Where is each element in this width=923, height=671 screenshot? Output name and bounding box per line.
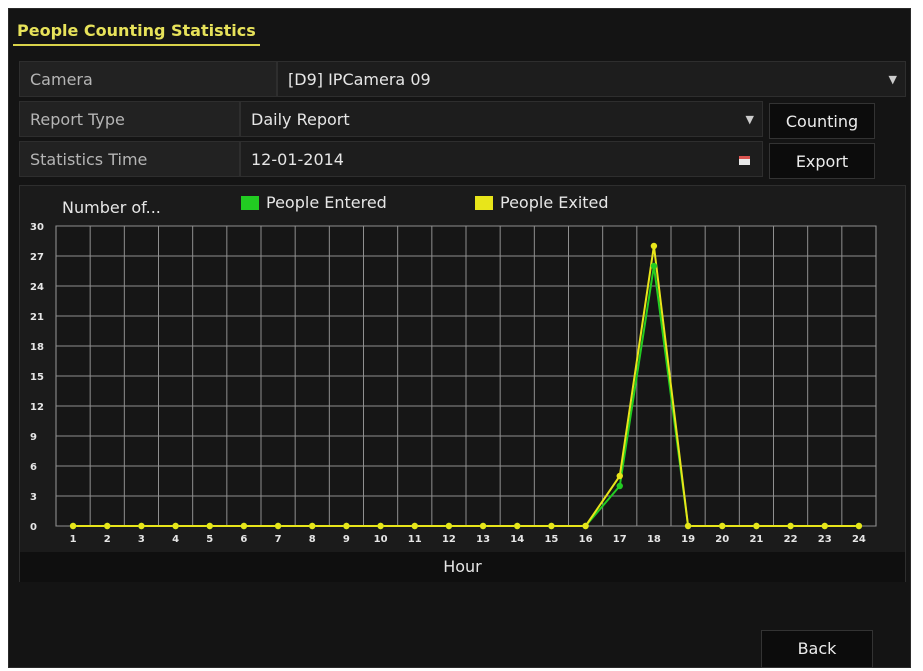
legend-label-entered: People Entered	[266, 193, 387, 212]
x-tick-label: 11	[408, 534, 422, 545]
data-point-exited	[787, 522, 794, 530]
x-tick-label: 24	[852, 534, 866, 545]
legend-swatch-exited	[475, 196, 493, 210]
x-tick-label: 14	[510, 534, 524, 545]
data-point-exited	[274, 522, 282, 530]
y-tick-label: 15	[30, 372, 44, 383]
x-tick-label: 1	[70, 534, 77, 545]
data-point-exited	[206, 522, 213, 530]
people-counting-chart: Number of... People Entered People Exite…	[30, 193, 877, 545]
x-tick-label: 5	[206, 534, 213, 545]
data-point-exited	[69, 522, 77, 530]
x-tick-label: 7	[275, 534, 282, 545]
legend-label-exited: People Exited	[500, 193, 609, 212]
statistics-time-value: 12-01-2014	[251, 150, 344, 169]
y-tick-label: 6	[30, 462, 37, 473]
x-tick-label: 23	[818, 534, 832, 545]
report-type-label: Report Type	[19, 101, 240, 137]
data-point-exited	[104, 522, 111, 530]
x-tick-label: 13	[476, 534, 490, 545]
data-point-exited	[411, 522, 418, 530]
camera-select[interactable]: [D9] IPCamera 09 ▼	[277, 61, 906, 97]
y-tick-label: 0	[30, 522, 37, 533]
data-point-exited	[821, 522, 828, 530]
plot-area: 0369121518212427301 2 3 4 5 6 7 8 9 10 11 12 13 14 15 1…	[30, 222, 877, 545]
y-tick-label: 3	[30, 492, 37, 503]
x-tick-label: 16	[579, 534, 593, 545]
x-tick-label: 20	[715, 534, 729, 545]
x-tick-label: 21	[749, 534, 763, 545]
x-tick-label: 2	[104, 534, 111, 545]
camera-label: Camera	[19, 61, 277, 97]
statistics-time-row: Statistics Time 12-01-2014	[19, 141, 763, 177]
y-tick-label: 18	[30, 342, 44, 353]
x-axis-label: Hour	[20, 552, 905, 582]
x-tick-label: 9	[343, 534, 350, 545]
legend-swatch-entered	[241, 196, 259, 210]
data-point-exited	[684, 522, 692, 530]
y-tick-label: 12	[30, 402, 44, 413]
data-point-exited	[445, 522, 453, 530]
chart-panel: Number of... People Entered People Exite…	[19, 185, 906, 582]
x-tick-label: 4	[172, 534, 179, 545]
report-type-row: Report Type Daily Report ▼	[19, 101, 763, 137]
y-tick-label: 27	[30, 252, 44, 263]
data-point-exited	[343, 522, 350, 530]
data-point-exited	[616, 472, 623, 480]
data-point-exited	[309, 522, 316, 530]
tab-bar: People Counting Statistics	[9, 9, 910, 49]
statistics-time-label: Statistics Time	[19, 141, 240, 177]
x-tick-label: 19	[681, 534, 695, 545]
tab-people-counting-statistics[interactable]: People Counting Statistics	[13, 21, 260, 46]
x-tick-label: 15	[544, 534, 558, 545]
data-point-exited	[582, 522, 589, 530]
legend: People Entered People Exited	[241, 193, 609, 212]
data-point-entered	[616, 482, 623, 490]
y-tick-label: 24	[30, 282, 44, 293]
chevron-down-icon: ▼	[888, 73, 897, 86]
data-point-exited	[479, 522, 487, 530]
x-tick-label: 8	[309, 534, 316, 545]
statistics-time-field[interactable]: 12-01-2014	[240, 141, 763, 177]
counting-button[interactable]: Counting	[769, 103, 875, 139]
report-type-select-value: Daily Report	[251, 110, 350, 129]
y-tick-label: 9	[30, 432, 37, 443]
x-tick-label: 6	[240, 534, 247, 545]
x-tick-label: 3	[138, 534, 145, 545]
data-point-exited	[548, 522, 555, 530]
back-button[interactable]: Back	[761, 630, 873, 668]
report-type-select[interactable]: Daily Report ▼	[240, 101, 763, 137]
data-point-entered	[650, 262, 658, 270]
y-tick-label: 30	[30, 222, 44, 233]
data-point-exited	[855, 522, 863, 530]
export-button[interactable]: Export	[769, 143, 875, 179]
camera-select-value: [D9] IPCamera 09	[288, 70, 431, 89]
x-tick-label: 22	[784, 534, 798, 545]
y-axis-label: Number of...	[62, 198, 161, 217]
data-point-exited	[514, 522, 521, 530]
x-tick-label: 17	[613, 534, 627, 545]
data-point-exited	[650, 242, 658, 250]
chevron-down-icon: ▼	[745, 113, 754, 126]
data-point-exited	[172, 522, 179, 530]
y-tick-label: 21	[30, 312, 44, 323]
data-point-exited	[240, 522, 248, 530]
data-point-exited	[377, 522, 384, 530]
data-point-exited	[138, 522, 145, 530]
x-tick-label: 18	[647, 534, 661, 545]
x-tick-label: 10	[374, 534, 388, 545]
data-point-exited	[753, 522, 760, 530]
calendar-icon[interactable]	[739, 156, 750, 165]
people-counting-window: People Counting Statistics Camera [D9] I…	[8, 8, 911, 668]
x-tick-label: 12	[442, 534, 456, 545]
data-point-exited	[719, 522, 726, 530]
camera-row: Camera [D9] IPCamera 09 ▼	[19, 61, 906, 97]
